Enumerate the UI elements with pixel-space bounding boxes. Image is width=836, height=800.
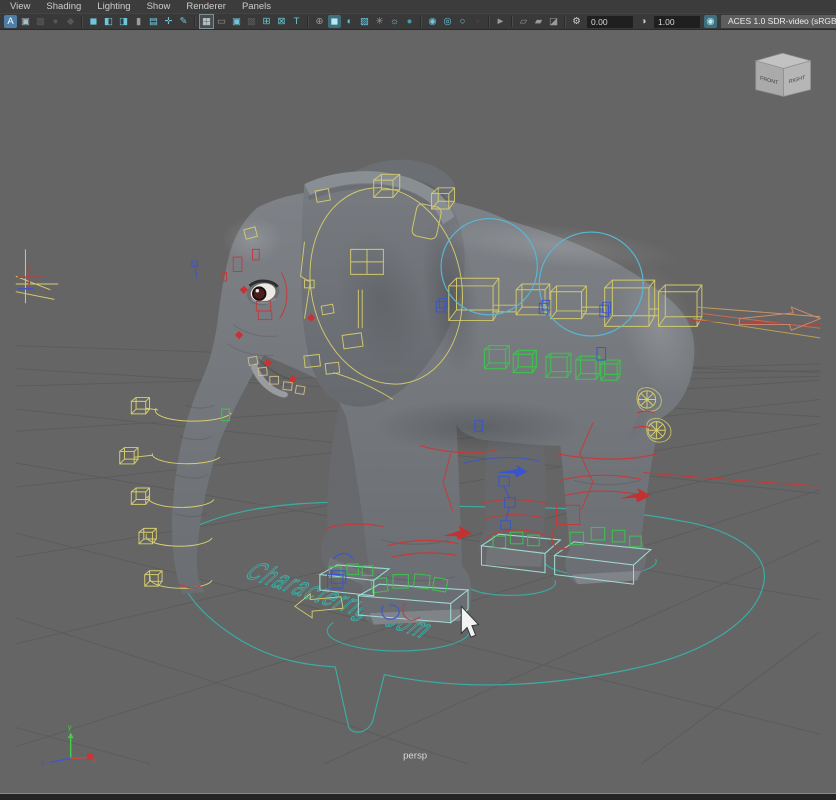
safe-action-icon[interactable]: ⊠ bbox=[275, 15, 288, 28]
shaded-display-icon[interactable]: ◼ bbox=[328, 15, 341, 28]
textured-display-icon[interactable]: ▧ bbox=[358, 15, 371, 28]
panel-bottom-border bbox=[0, 793, 836, 800]
gate-mask-icon[interactable]: ▩ bbox=[245, 15, 258, 28]
selection-mask-icon[interactable]: A bbox=[4, 15, 17, 28]
camera-bookmark-icon[interactable]: ◨ bbox=[117, 15, 130, 28]
axis-x-label: x bbox=[93, 756, 97, 765]
contrast-icon[interactable]: ◑ bbox=[637, 15, 650, 28]
isolate-select-icon[interactable]: ▱ bbox=[517, 15, 530, 28]
maya-viewport-window: { "menu_bar": { "items": ["View", "Shadi… bbox=[0, 0, 836, 800]
xray-joints-icon[interactable]: ◪ bbox=[547, 15, 560, 28]
gamma-field[interactable]: 1.00 bbox=[654, 16, 700, 28]
use-default-material-icon[interactable]: ✳ bbox=[373, 15, 386, 28]
menu-view[interactable]: View bbox=[10, 0, 30, 13]
shadows-icon[interactable]: ● bbox=[403, 15, 416, 28]
screen-space-ao-icon[interactable]: ◉ bbox=[426, 15, 439, 28]
select-object-type-icon[interactable]: ▣ bbox=[19, 15, 32, 28]
camera-attributes-icon[interactable]: ◧ bbox=[102, 15, 115, 28]
menu-renderer[interactable]: Renderer bbox=[186, 0, 226, 13]
camera-icon[interactable]: ◼ bbox=[87, 15, 100, 28]
image-plane-icon[interactable]: ▤ bbox=[147, 15, 160, 28]
select-tool-icon[interactable]: ► bbox=[494, 15, 507, 28]
axis-z-label: z bbox=[41, 758, 45, 767]
field-chart-icon[interactable]: ⊞ bbox=[260, 15, 273, 28]
toolbar-separator bbox=[194, 16, 196, 27]
axis-y-label: y bbox=[68, 722, 72, 731]
colorspace-dropdown[interactable]: ACES 1.0 SDR-video (sRGB) bbox=[721, 15, 836, 28]
flat-shaded-icon[interactable]: ◐ bbox=[343, 15, 356, 28]
color-management-toggle-icon[interactable]: ◉ bbox=[704, 15, 717, 28]
anti-aliasing-icon[interactable]: ○ bbox=[456, 15, 469, 28]
safe-title-icon[interactable]: T bbox=[290, 15, 303, 28]
menu-shading[interactable]: Shading bbox=[46, 0, 81, 13]
toolbar-separator bbox=[81, 16, 83, 27]
grid-toggle-icon[interactable]: ▦ bbox=[200, 15, 213, 28]
menu-panels[interactable]: Panels bbox=[242, 0, 271, 13]
spine-stretch-lines[interactable] bbox=[689, 307, 820, 338]
toolbar-separator bbox=[511, 16, 513, 27]
resolution-gate-icon[interactable]: ▣ bbox=[230, 15, 243, 28]
menu-lighting[interactable]: Lighting bbox=[97, 0, 130, 13]
menu-show[interactable]: Show bbox=[147, 0, 171, 13]
motion-blur-icon[interactable]: ◎ bbox=[441, 15, 454, 28]
panel-menu-bar: View Shading Lighting Show Renderer Pane… bbox=[0, 0, 836, 13]
toolbar-separator bbox=[307, 16, 309, 27]
xray-display-icon[interactable]: ▰ bbox=[532, 15, 545, 28]
exposure-gear-icon[interactable]: ⚙ bbox=[570, 15, 583, 28]
wireframe-display-icon[interactable]: ⊕ bbox=[313, 15, 326, 28]
panel-icon-toolbar: A ▣ ▩ ● ◆ ◼ ◧ ◨ ▮ ▤ ✛ ✎ ▦ ▭ ▣ ▩ ⊞ ⊠ T ⊕ … bbox=[0, 13, 836, 30]
mouse-cursor bbox=[461, 606, 478, 637]
perspective-viewport[interactable]: Characterrigs.com bbox=[0, 30, 836, 793]
toolbar-separator bbox=[564, 16, 566, 27]
film-gate-icon[interactable]: ▭ bbox=[215, 15, 228, 28]
toolbar-separator bbox=[420, 16, 422, 27]
exposure-field[interactable]: 0.00 bbox=[587, 16, 633, 28]
depth-peeling-icon[interactable]: ▫ bbox=[471, 15, 484, 28]
viewport-canvas[interactable]: Characterrigs.com bbox=[0, 30, 836, 793]
view-cube[interactable]: FRONT RIGHT bbox=[756, 53, 811, 96]
camera-label: persp bbox=[403, 750, 427, 761]
axis-gizmo: y x z bbox=[41, 722, 97, 767]
bookmark-icon[interactable]: ▮ bbox=[132, 15, 145, 28]
2d-pan-zoom-icon[interactable]: ✛ bbox=[162, 15, 175, 28]
grease-pencil-icon[interactable]: ✎ bbox=[177, 15, 190, 28]
disabled-select-3-icon[interactable]: ◆ bbox=[64, 15, 77, 28]
disabled-select-1-icon[interactable]: ▩ bbox=[34, 15, 47, 28]
offscreen-control-gizmo[interactable] bbox=[16, 249, 58, 303]
disabled-select-2-icon[interactable]: ● bbox=[49, 15, 62, 28]
lights-icon[interactable]: ☼ bbox=[388, 15, 401, 28]
toolbar-separator bbox=[488, 16, 490, 27]
